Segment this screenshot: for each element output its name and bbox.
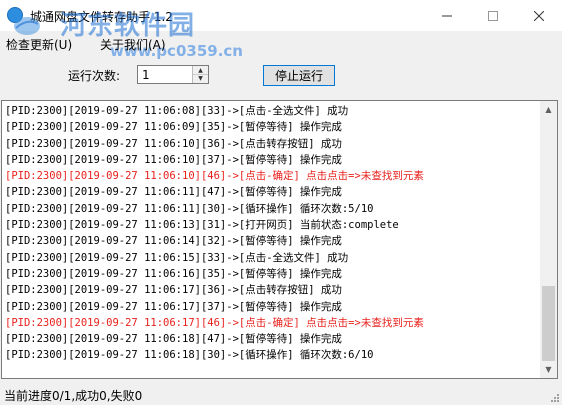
status-bar: 当前进度0/1,成功0,失败0: [0, 381, 562, 405]
log-line: [PID:2300][2019-09-27 11:06:11][30]->[循环…: [5, 202, 374, 215]
minimize-icon: [442, 15, 452, 16]
close-icon: [534, 10, 544, 21]
log-line: [PID:2300][2019-09-27 11:06:16][35]->[暂停…: [5, 267, 342, 280]
chevron-down-icon: ▼: [198, 74, 203, 82]
log-line: [PID:2300][2019-09-27 11:06:10][37]->[暂停…: [5, 153, 342, 166]
log-line: [PID:2300][2019-09-27 11:06:13][31]->[打开…: [5, 219, 399, 232]
chevron-up-icon: ▲: [198, 66, 203, 74]
stop-button[interactable]: 停止运行: [263, 65, 335, 86]
log-lines: [PID:2300][2019-09-27 11:06:08][33]->[点击…: [5, 103, 540, 364]
menu-check-update[interactable]: 检查更新(U): [6, 36, 72, 53]
maximize-icon: [488, 10, 498, 21]
scroll-up-button[interactable]: ▲: [540, 101, 557, 118]
log-line: [PID:2300][2019-09-27 11:06:11][47]->[暂停…: [5, 186, 342, 199]
log-line: [PID:2300][2019-09-27 11:06:17][37]->[暂停…: [5, 300, 342, 313]
menu-bar: 检查更新(U) 关于我们(A): [0, 31, 562, 53]
status-text: 当前进度0/1,成功0,失败0: [4, 389, 143, 403]
minimize-button[interactable]: [424, 0, 470, 31]
run-count-spinner[interactable]: 1 ▲ ▼: [137, 65, 209, 84]
log-line-error: [PID:2300][2019-09-27 11:06:17][46]->[点击…: [5, 316, 424, 329]
log-line-error: [PID:2300][2019-09-27 11:06:10][46]->[点击…: [5, 170, 424, 183]
scroll-thumb[interactable]: [542, 286, 555, 361]
spinner-buttons: ▲ ▼: [192, 66, 208, 83]
log-line: [PID:2300][2019-09-27 11:06:17][36]->[点击…: [5, 284, 342, 297]
log-line: [PID:2300][2019-09-27 11:06:18][47]->[暂停…: [5, 333, 342, 346]
scroll-down-button[interactable]: ▼: [540, 361, 557, 378]
maximize-button[interactable]: [470, 0, 516, 31]
vertical-scrollbar[interactable]: ▲ ▼: [540, 101, 557, 378]
log-line: [PID:2300][2019-09-27 11:06:18][30]->[循环…: [5, 349, 374, 362]
menu-about-us[interactable]: 关于我们(A): [100, 36, 166, 53]
log-line: [PID:2300][2019-09-27 11:06:14][32]->[暂停…: [5, 235, 342, 248]
log-textarea[interactable]: [PID:2300][2019-09-27 11:06:08][33]->[点击…: [1, 100, 558, 379]
scroll-up-icon: ▲: [545, 105, 552, 114]
log-line: [PID:2300][2019-09-27 11:06:15][33]->[点击…: [5, 251, 349, 264]
log-line: [PID:2300][2019-09-27 11:06:08][33]->[点击…: [5, 105, 349, 117]
spinner-down-button[interactable]: ▼: [193, 74, 208, 82]
log-line: [PID:2300][2019-09-27 11:06:10][36]->[点击…: [5, 137, 342, 150]
run-count-label: 运行次数:: [68, 69, 121, 83]
resize-grip-icon[interactable]: [549, 392, 560, 403]
run-count-value[interactable]: 1: [142, 68, 150, 82]
scroll-down-icon: ▼: [545, 365, 552, 374]
close-button[interactable]: [516, 0, 562, 31]
log-line: [PID:2300][2019-09-27 11:06:09][35]->[暂停…: [5, 121, 342, 134]
